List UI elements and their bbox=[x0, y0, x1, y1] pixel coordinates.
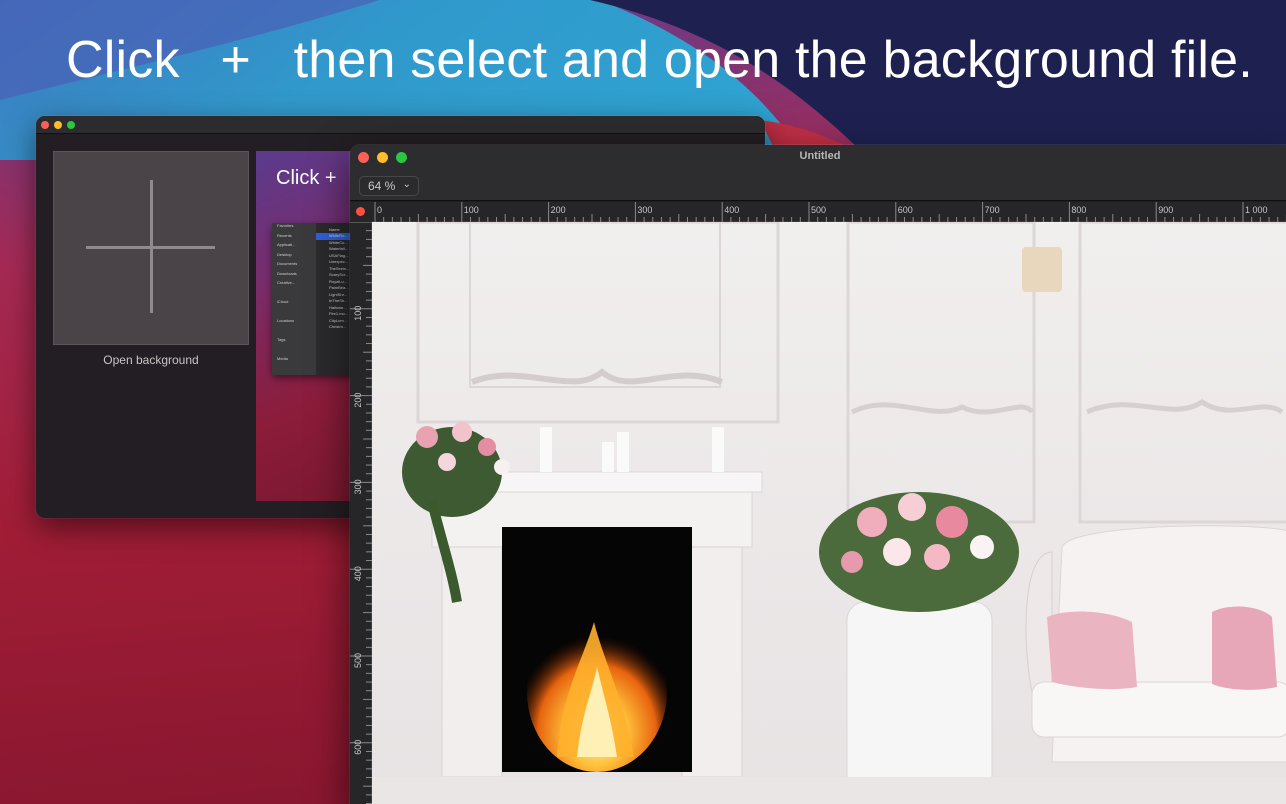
chevron-down-icon: ⌄ bbox=[402, 179, 411, 190]
ruler-label: 600 bbox=[353, 740, 363, 755]
thumbnail-sidebar-item: Documents bbox=[277, 261, 298, 266]
ruler-label: 300 bbox=[353, 479, 363, 494]
thumbnail-title: Click + bbox=[276, 167, 337, 189]
thumbnail-sidebar-item bbox=[272, 347, 316, 357]
window-title: Untitled bbox=[799, 150, 841, 162]
ruler-label: 900 bbox=[1158, 205, 1173, 215]
ruler-label: 800 bbox=[1071, 205, 1086, 215]
thumbnail-sidebar-item: Favorites bbox=[277, 223, 294, 228]
window-titlebar: Untitled 64 % ⌄ bbox=[350, 145, 1286, 201]
ruler-label: 200 bbox=[551, 205, 566, 215]
ruler-label: 400 bbox=[724, 205, 739, 215]
ruler-ticks-v: 100 200 300 400 500 600 bbox=[350, 222, 372, 804]
zoom-window-button[interactable] bbox=[67, 121, 75, 129]
ruler-label: 500 bbox=[353, 653, 363, 668]
instruction-headline: Click + then select and open the backgro… bbox=[66, 30, 1253, 90]
thumbnail-sidebar-item: iCloud bbox=[277, 299, 289, 304]
ruler-label: 200 bbox=[353, 393, 363, 408]
headline-rest: then select and open the background file… bbox=[293, 31, 1253, 89]
thumbnail-sidebar-item: Creative... bbox=[277, 280, 296, 285]
thumbnail-sidebar-item bbox=[272, 309, 316, 319]
zoom-level-value: 64 % bbox=[368, 179, 396, 193]
thumbnail-sidebar-item: Tags bbox=[277, 337, 286, 342]
ruler-ticks-h: 0 100 200 300 400 500 600 700 800 900 1 000 bbox=[374, 202, 1286, 222]
fireplace-scene-image bbox=[372, 222, 1286, 804]
thumbnail-sidebar-item: Recents bbox=[277, 232, 292, 238]
ruler-label: 1 000 bbox=[1245, 205, 1268, 215]
ruler-label: 600 bbox=[898, 205, 913, 215]
ruler-label: 100 bbox=[353, 306, 363, 321]
thumbnail-sidebar-item: Downloads bbox=[277, 270, 297, 276]
background-canvas[interactable] bbox=[372, 222, 1286, 804]
minimize-button[interactable] bbox=[54, 121, 62, 129]
plus-icon-bar bbox=[86, 246, 215, 249]
thumbnail-sidebar-item: Media bbox=[277, 356, 288, 361]
ruler-label: 500 bbox=[811, 205, 826, 215]
ruler-label: 100 bbox=[464, 205, 479, 215]
editor-window: Untitled 64 % ⌄ 0 100 200 300 400 500 600 700 80… bbox=[350, 145, 1286, 804]
thumbnail-sidebar-item: Locations bbox=[277, 318, 295, 323]
vertical-ruler[interactable]: 100 200 300 400 500 600 bbox=[350, 222, 372, 804]
headline-plus: + bbox=[220, 31, 251, 89]
horizontal-ruler[interactable]: 0 100 200 300 400 500 600 700 800 900 1 000 bbox=[372, 202, 1286, 222]
zoom-level-select[interactable]: 64 % ⌄ bbox=[359, 176, 419, 196]
thumbnail-sidebar-item bbox=[272, 290, 316, 300]
thumbnail-sidebar: Favorites Recents Applicati... Desktop Docum… bbox=[272, 223, 316, 375]
ruler-origin-icon bbox=[356, 207, 365, 216]
open-background-button[interactable] bbox=[53, 151, 249, 345]
open-background-label: Open background bbox=[103, 353, 199, 367]
ruler-corner bbox=[350, 202, 372, 222]
window-titlebar bbox=[36, 116, 765, 134]
ruler-label: 0 bbox=[377, 205, 382, 215]
ruler-label: 700 bbox=[985, 205, 1000, 215]
thumbnail-sidebar-item bbox=[272, 328, 316, 338]
ruler-label: 400 bbox=[353, 566, 363, 581]
thumbnail-sidebar-item: Applicati... bbox=[277, 242, 296, 247]
headline-click: Click bbox=[66, 31, 180, 89]
close-button[interactable] bbox=[41, 121, 49, 129]
ruler-label: 300 bbox=[637, 205, 652, 215]
thumbnail-sidebar-item: Desktop bbox=[277, 251, 292, 257]
